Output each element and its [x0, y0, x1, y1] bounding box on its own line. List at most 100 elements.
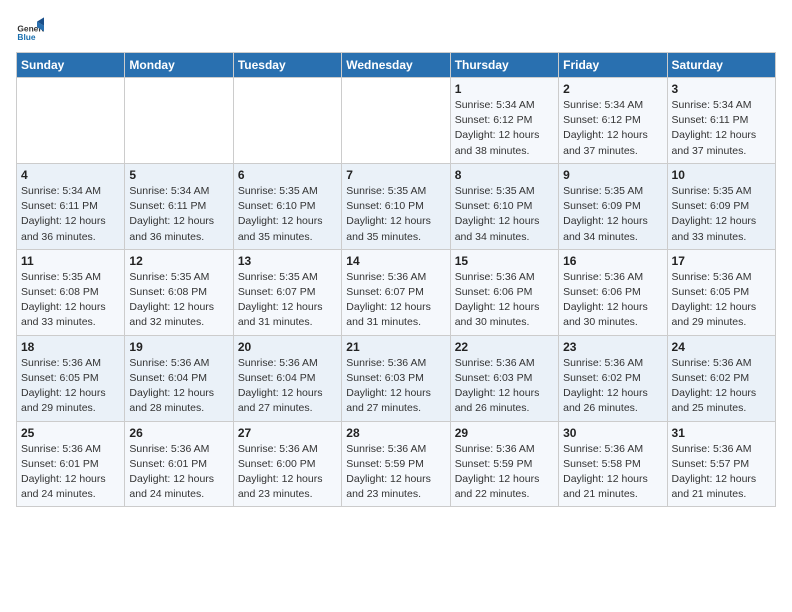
- logo-icon: General Blue: [16, 16, 44, 44]
- header-thursday: Thursday: [450, 53, 558, 78]
- day-info: Sunrise: 5:35 AM Sunset: 6:08 PM Dayligh…: [129, 270, 228, 331]
- header-monday: Monday: [125, 53, 233, 78]
- day-number: 12: [129, 254, 228, 268]
- calendar-week-2: 4 Sunrise: 5:34 AM Sunset: 6:11 PM Daylig…: [17, 163, 776, 249]
- calendar-cell: 11 Sunrise: 5:35 AM Sunset: 6:08 PM Dayli…: [17, 249, 125, 335]
- day-info: Sunrise: 5:36 AM Sunset: 6:01 PM Dayligh…: [129, 442, 228, 503]
- day-number: 17: [672, 254, 771, 268]
- day-number: 28: [346, 426, 445, 440]
- calendar-cell: 16Sunrise: 5:36 AM Sunset: 6:06 PM Dayli…: [559, 249, 667, 335]
- day-info: Sunrise: 5:34 AM Sunset: 6:12 PM Dayligh…: [455, 98, 554, 159]
- calendar-table: SundayMondayTuesdayWednesdayThursdayFrid…: [16, 52, 776, 507]
- day-info: Sunrise: 5:36 AM Sunset: 6:00 PM Dayligh…: [238, 442, 337, 503]
- day-number: 26: [129, 426, 228, 440]
- calendar-cell: 28 Sunrise: 5:36 AM Sunset: 5:59 PM Dayli…: [342, 421, 450, 507]
- day-info: Sunrise: 5:35 AM Sunset: 6:09 PM Dayligh…: [672, 184, 771, 245]
- calendar-cell: [233, 78, 341, 164]
- day-number: 31: [672, 426, 771, 440]
- logo: General Blue: [16, 16, 48, 44]
- day-info: Sunrise: 5:36 AM Sunset: 6:07 PM Dayligh…: [346, 270, 445, 331]
- day-number: 21: [346, 340, 445, 354]
- calendar-cell: 25Sunrise: 5:36 AM Sunset: 6:01 PM Dayli…: [17, 421, 125, 507]
- calendar-cell: 24 Sunrise: 5:36 AM Sunset: 6:02 PM Dayli…: [667, 335, 775, 421]
- calendar-cell: 9 Sunrise: 5:35 AM Sunset: 6:09 PM Daylig…: [559, 163, 667, 249]
- day-number: 4: [21, 168, 120, 182]
- day-info: Sunrise: 5:36 AM Sunset: 6:03 PM Dayligh…: [346, 356, 445, 417]
- day-number: 27: [238, 426, 337, 440]
- calendar-cell: 30 Sunrise: 5:36 AM Sunset: 5:58 PM Dayli…: [559, 421, 667, 507]
- calendar-cell: 10 Sunrise: 5:35 AM Sunset: 6:09 PM Dayli…: [667, 163, 775, 249]
- calendar-cell: 6Sunrise: 5:35 AM Sunset: 6:10 PM Daylig…: [233, 163, 341, 249]
- calendar-header-row: SundayMondayTuesdayWednesdayThursdayFrid…: [17, 53, 776, 78]
- calendar-cell: 7 Sunrise: 5:35 AM Sunset: 6:10 PM Daylig…: [342, 163, 450, 249]
- day-info: Sunrise: 5:34 AM Sunset: 6:11 PM Dayligh…: [21, 184, 120, 245]
- day-number: 30: [563, 426, 662, 440]
- day-info: Sunrise: 5:35 AM Sunset: 6:08 PM Dayligh…: [21, 270, 120, 331]
- calendar-week-3: 11 Sunrise: 5:35 AM Sunset: 6:08 PM Dayli…: [17, 249, 776, 335]
- calendar-cell: 5 Sunrise: 5:34 AM Sunset: 6:11 PM Daylig…: [125, 163, 233, 249]
- page-header: General Blue: [16, 16, 776, 44]
- day-info: Sunrise: 5:35 AM Sunset: 6:07 PM Dayligh…: [238, 270, 337, 331]
- day-number: 3: [672, 82, 771, 96]
- calendar-week-4: 18 Sunrise: 5:36 AM Sunset: 6:05 PM Dayli…: [17, 335, 776, 421]
- header-sunday: Sunday: [17, 53, 125, 78]
- day-info: Sunrise: 5:35 AM Sunset: 6:10 PM Dayligh…: [346, 184, 445, 245]
- day-number: 8: [455, 168, 554, 182]
- day-number: 11: [21, 254, 120, 268]
- day-number: 10: [672, 168, 771, 182]
- calendar-cell: 29Sunrise: 5:36 AM Sunset: 5:59 PM Dayli…: [450, 421, 558, 507]
- calendar-cell: 22 Sunrise: 5:36 AM Sunset: 6:03 PM Dayli…: [450, 335, 558, 421]
- day-info: Sunrise: 5:36 AM Sunset: 5:58 PM Dayligh…: [563, 442, 662, 503]
- day-info: Sunrise: 5:36 AM Sunset: 5:59 PM Dayligh…: [346, 442, 445, 503]
- day-number: 5: [129, 168, 228, 182]
- day-number: 9: [563, 168, 662, 182]
- day-number: 15: [455, 254, 554, 268]
- day-number: 20: [238, 340, 337, 354]
- calendar-cell: [17, 78, 125, 164]
- calendar-cell: 2Sunrise: 5:34 AM Sunset: 6:12 PM Daylig…: [559, 78, 667, 164]
- calendar-cell: 12 Sunrise: 5:35 AM Sunset: 6:08 PM Dayli…: [125, 249, 233, 335]
- day-info: Sunrise: 5:36 AM Sunset: 6:05 PM Dayligh…: [672, 270, 771, 331]
- day-number: 1: [455, 82, 554, 96]
- day-number: 25: [21, 426, 120, 440]
- day-number: 14: [346, 254, 445, 268]
- calendar-cell: [342, 78, 450, 164]
- day-info: Sunrise: 5:36 AM Sunset: 5:57 PM Dayligh…: [672, 442, 771, 503]
- calendar-cell: 17 Sunrise: 5:36 AM Sunset: 6:05 PM Dayli…: [667, 249, 775, 335]
- calendar-cell: 14 Sunrise: 5:36 AM Sunset: 6:07 PM Dayli…: [342, 249, 450, 335]
- calendar-cell: 20 Sunrise: 5:36 AM Sunset: 6:04 PM Dayli…: [233, 335, 341, 421]
- calendar-cell: 8 Sunrise: 5:35 AM Sunset: 6:10 PM Daylig…: [450, 163, 558, 249]
- day-info: Sunrise: 5:34 AM Sunset: 6:11 PM Dayligh…: [129, 184, 228, 245]
- calendar-cell: 1 Sunrise: 5:34 AM Sunset: 6:12 PM Daylig…: [450, 78, 558, 164]
- day-number: 16: [563, 254, 662, 268]
- calendar-cell: 31 Sunrise: 5:36 AM Sunset: 5:57 PM Dayli…: [667, 421, 775, 507]
- calendar-cell: 19Sunrise: 5:36 AM Sunset: 6:04 PM Dayli…: [125, 335, 233, 421]
- day-info: Sunrise: 5:34 AM Sunset: 6:11 PM Dayligh…: [672, 98, 771, 159]
- day-number: 29: [455, 426, 554, 440]
- day-info: Sunrise: 5:36 AM Sunset: 6:04 PM Dayligh…: [238, 356, 337, 417]
- calendar-cell: 23 Sunrise: 5:36 AM Sunset: 6:02 PM Dayli…: [559, 335, 667, 421]
- day-info: Sunrise: 5:34 AM Sunset: 6:12 PM Dayligh…: [563, 98, 662, 159]
- calendar-cell: 27 Sunrise: 5:36 AM Sunset: 6:00 PM Dayli…: [233, 421, 341, 507]
- calendar-cell: 15Sunrise: 5:36 AM Sunset: 6:06 PM Dayli…: [450, 249, 558, 335]
- header-tuesday: Tuesday: [233, 53, 341, 78]
- calendar-week-5: 25 Sunrise: 5:36 AM Sunset: 6:01 PM Dayli…: [17, 421, 776, 507]
- calendar-cell: 26 Sunrise: 5:36 AM Sunset: 6:01 PM Dayli…: [125, 421, 233, 507]
- day-info: Sunrise: 5:36 AM Sunset: 6:03 PM Dayligh…: [455, 356, 554, 417]
- day-info: Sunrise: 5:36 AM Sunset: 6:02 PM Dayligh…: [563, 356, 662, 417]
- day-info: Sunrise: 5:35 AM Sunset: 6:10 PM Dayligh…: [455, 184, 554, 245]
- day-number: 24: [672, 340, 771, 354]
- header-wednesday: Wednesday: [342, 53, 450, 78]
- day-number: 13: [238, 254, 337, 268]
- day-number: 7: [346, 168, 445, 182]
- day-number: 6: [238, 168, 337, 182]
- header-saturday: Saturday: [667, 53, 775, 78]
- svg-text:Blue: Blue: [17, 32, 35, 42]
- day-number: 22: [455, 340, 554, 354]
- day-info: Sunrise: 5:36 AM Sunset: 6:05 PM Dayligh…: [21, 356, 120, 417]
- day-number: 18: [21, 340, 120, 354]
- day-info: Sunrise: 5:36 AM Sunset: 6:02 PM Dayligh…: [672, 356, 771, 417]
- day-number: 23: [563, 340, 662, 354]
- calendar-cell: 3 Sunrise: 5:34 AM Sunset: 6:11 PM Daylig…: [667, 78, 775, 164]
- day-info: Sunrise: 5:35 AM Sunset: 6:09 PM Dayligh…: [563, 184, 662, 245]
